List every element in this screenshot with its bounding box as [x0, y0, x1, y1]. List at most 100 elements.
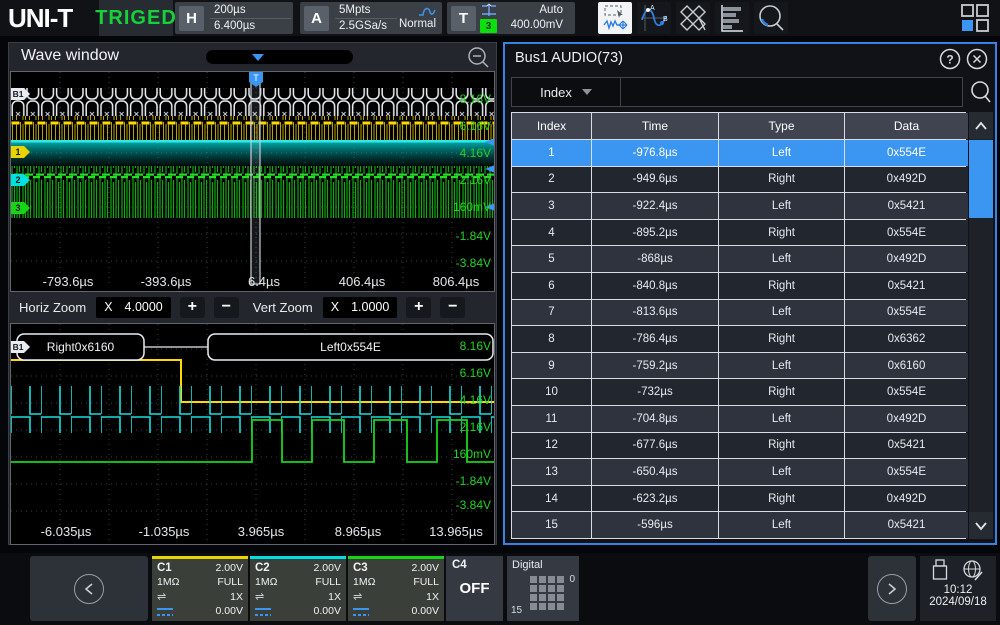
search-button[interactable] [969, 79, 993, 110]
volt-label: 2.16V [460, 421, 491, 433]
trigger-type-icon [480, 3, 498, 17]
wave-select-tool-button[interactable] [598, 2, 632, 34]
digital-last-channel: 15 [511, 605, 522, 616]
magnifier-minus-icon [467, 46, 490, 69]
volt-label: 4.16V [460, 394, 491, 406]
ch2-impedance: 1MΩ [255, 576, 277, 589]
filter-field-dropdown[interactable]: Index [512, 85, 620, 100]
acquire-letter: A [304, 6, 329, 31]
channel-card-c1[interactable]: C12.00V 1MΩFULL ⇌1X 0.00V [152, 556, 248, 621]
decode-frame-right: Right0x6160 [17, 334, 144, 360]
xy-mode-icon [679, 4, 707, 32]
coupling-icon: ⇌ [157, 592, 166, 602]
ch2-marker[interactable]: 2 [15, 175, 20, 185]
channel-card-c2[interactable]: C22.00V 1MΩFULL ⇌1X 0.00V [250, 556, 346, 621]
column-header[interactable]: Time [592, 113, 718, 139]
scroll-up-button[interactable] [969, 112, 993, 139]
vert-zoom-out-button[interactable]: − [440, 297, 465, 318]
histogram-button[interactable] [715, 2, 749, 34]
time-label: -6.035µs [41, 524, 92, 539]
search-input[interactable] [621, 78, 962, 106]
column-header[interactable]: Data [845, 113, 968, 139]
top-bar: UNI-T TRIGED H 200µs 6.400µs A 5Mpts 2.5… [0, 0, 1000, 36]
chevron-up-icon [974, 121, 988, 131]
volt-label: -1.84V [456, 230, 491, 242]
horizontal-module[interactable]: H 200µs 6.400µs [175, 2, 293, 34]
decode-frame-left: Left0x554E [208, 334, 493, 360]
horiz-zoom-value-box[interactable]: X 4.0000 [96, 297, 171, 318]
horiz-zoom-value: 4.0000 [125, 300, 163, 314]
vert-zoom-in-button[interactable]: + [406, 297, 431, 318]
horiz-zoom-out-button[interactable]: − [214, 297, 239, 318]
svg-text:?: ? [946, 53, 953, 67]
time-label: -793.6µs [43, 274, 94, 289]
ch1-marker[interactable]: 1 [15, 147, 20, 157]
zoom-wave-display[interactable]: B1 Right0x6160 Left0x554E 8.16V 6.16V 4.… [10, 323, 495, 545]
decode-search-box: Index [511, 77, 963, 107]
table-scrollbar[interactable] [969, 112, 993, 539]
time-label: 8.965µs [335, 524, 382, 539]
bus-decode-panel: Bus1 AUDIO(73) ? Index [503, 42, 997, 545]
trigger-module[interactable]: T 3 Auto 400.00mV [447, 2, 575, 34]
volt-label: -1.84V [456, 475, 491, 487]
timebase-value: 200µs [208, 3, 293, 18]
ch1-impedance: 1MΩ [157, 576, 179, 589]
volt-label: 4.16V [460, 147, 491, 159]
help-icon: ? [939, 48, 961, 70]
acquire-module[interactable]: A 5Mpts 2.5GSa/s Normal [300, 2, 442, 34]
wave-window-title: Wave window [21, 47, 119, 65]
scroll-down-button[interactable] [969, 512, 993, 539]
ch1-probe: 1X [230, 591, 243, 604]
channel-card-c3[interactable]: C32.00V 1MΩFULL ⇌1X 0.00V [348, 556, 444, 621]
vert-zoom-value-box[interactable]: X 1.0000 [323, 297, 398, 318]
volt-label: 160mV [453, 201, 491, 213]
ch3-offset: 0.00V [412, 605, 439, 618]
trigger-status-badge: TRIGED [99, 0, 173, 36]
wave-select-icon [602, 4, 628, 32]
mult-sign: X [331, 300, 339, 314]
search-tool-icon [756, 3, 786, 33]
xy-mode-button[interactable] [676, 2, 710, 34]
time-label: 13.965µs [429, 524, 483, 539]
clock-time: 10:12 [920, 584, 996, 596]
offset-icon [157, 608, 173, 616]
bus1-marker[interactable]: B1 [13, 89, 24, 99]
scrollbar-thumb[interactable] [969, 140, 993, 218]
ch1-scale: 2.00V [216, 562, 243, 575]
volt-label: 6.16V [460, 120, 491, 132]
cursor-ab-button[interactable]: A B [637, 2, 671, 34]
network-icon [962, 559, 984, 581]
column-header[interactable]: Index [512, 113, 591, 139]
usb-icon [932, 559, 948, 581]
acquire-mode: Normal [399, 17, 436, 32]
delay-marker-icon[interactable] [252, 54, 264, 61]
horiz-zoom-in-button[interactable]: + [180, 297, 205, 318]
zoom-out-button[interactable] [467, 46, 490, 74]
coupling-icon: ⇌ [255, 592, 264, 602]
search-tool-button[interactable] [754, 2, 788, 34]
ch2-bandwidth: FULL [315, 576, 341, 589]
prev-page-button[interactable] [30, 556, 148, 621]
ch3-name: C3 [353, 562, 368, 575]
volt-label: 8.16V [460, 93, 491, 105]
close-button[interactable] [966, 48, 988, 75]
zoom-region-indicator[interactable] [251, 72, 260, 284]
help-button[interactable]: ? [939, 48, 961, 75]
status-cell[interactable]: 10:12 2024/09/18 [920, 556, 996, 621]
next-page-button[interactable] [868, 556, 916, 621]
channel-card-c4[interactable]: C4 OFF [446, 556, 503, 621]
column-header[interactable]: Type [719, 113, 844, 139]
ch3-marker[interactable]: 3 [15, 203, 20, 213]
horizontal-letter: H [179, 6, 204, 31]
trigger-source-badge: 3 [480, 19, 497, 33]
main-wave-display[interactable]: T B1 1 2 3 8.16V 6.16V 4.16V 2.16V [10, 71, 495, 292]
time-label: 3.965µs [238, 524, 285, 539]
time-label: 6.4µs [248, 274, 280, 289]
ch4-name: C4 [452, 559, 467, 572]
vert-zoom-label: Vert Zoom [253, 300, 313, 315]
display-layout-button[interactable] [956, 2, 994, 34]
horizontal-position-bar[interactable] [206, 50, 353, 64]
digital-channels-card[interactable]: Digital 0 15 [507, 556, 579, 621]
ch3-scale: 2.00V [412, 562, 439, 575]
decode-table: Index Time Type Data 1-976.8µsLeft0x554E… [511, 112, 966, 539]
